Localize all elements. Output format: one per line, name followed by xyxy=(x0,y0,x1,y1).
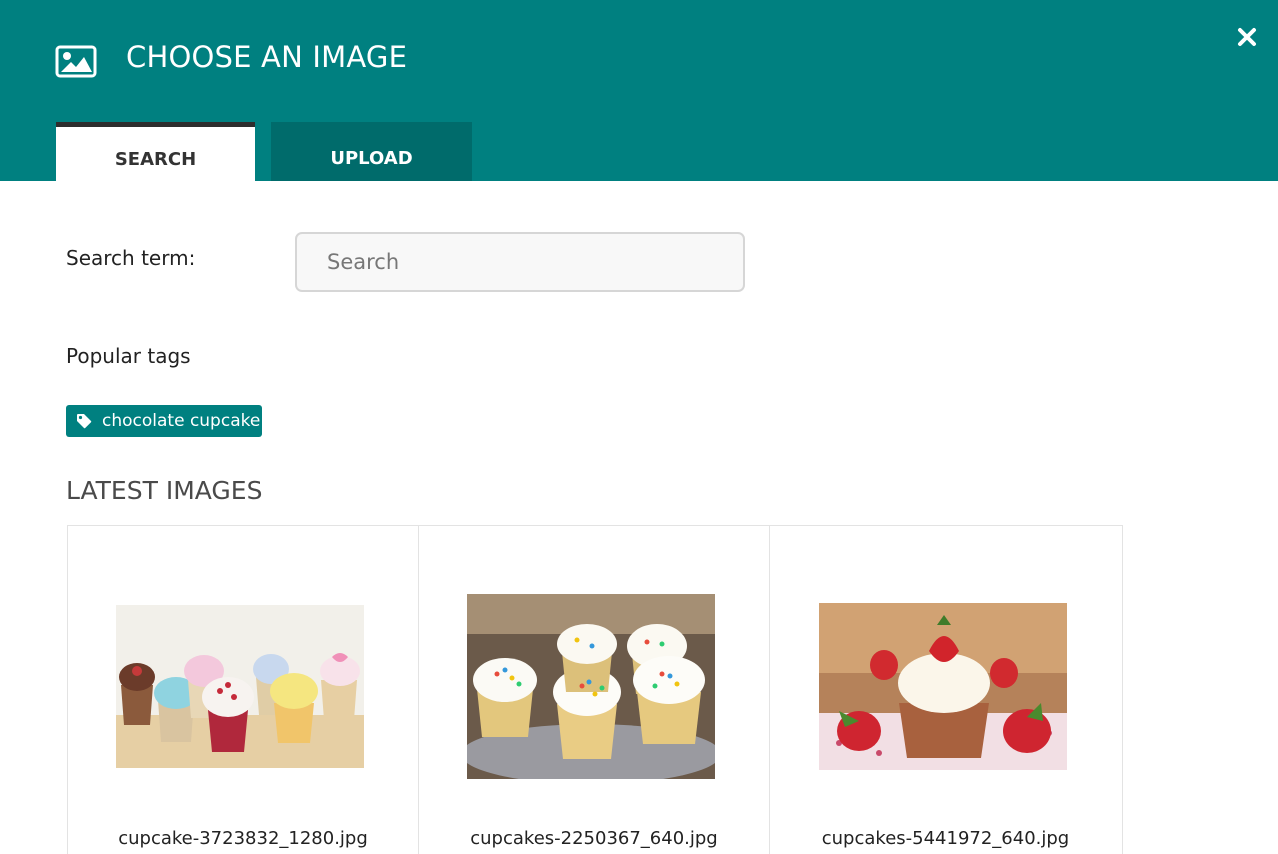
search-term-label: Search term: xyxy=(66,246,196,270)
tag-label: chocolate cupcake xyxy=(102,411,261,431)
image-card[interactable]: cupcake-3723832_1280.jpg xyxy=(68,526,419,854)
latest-images-title: LATEST IMAGES xyxy=(66,476,263,505)
tab-search[interactable]: SEARCH xyxy=(56,122,255,181)
image-filename: cupcakes-5441972_640.jpg xyxy=(821,828,1070,849)
cupcake-thumbnail xyxy=(116,605,364,768)
cupcake-thumbnail xyxy=(467,594,715,779)
popular-tags-label: Popular tags xyxy=(66,344,191,368)
image-card[interactable]: cupcakes-2250367_640.jpg xyxy=(419,526,770,854)
tab-upload[interactable]: UPLOAD xyxy=(271,122,472,181)
image-filename: cupcake-3723832_1280.jpg xyxy=(118,828,368,849)
image-card[interactable]: cupcakes-5441972_640.jpg xyxy=(770,526,1121,854)
image-filename: cupcakes-2250367_640.jpg xyxy=(470,828,718,849)
image-icon xyxy=(55,45,97,78)
search-input[interactable] xyxy=(295,232,745,292)
image-grid: cupcake-3723832_1280.jpg cupcakes-225036… xyxy=(67,525,1123,854)
tag-chocolate-cupcake[interactable]: chocolate cupcake xyxy=(66,405,262,437)
cupcake-thumbnail xyxy=(819,603,1067,770)
dialog-title: CHOOSE AN IMAGE xyxy=(126,40,408,74)
tag-icon xyxy=(77,414,92,429)
close-icon[interactable] xyxy=(1234,24,1260,50)
